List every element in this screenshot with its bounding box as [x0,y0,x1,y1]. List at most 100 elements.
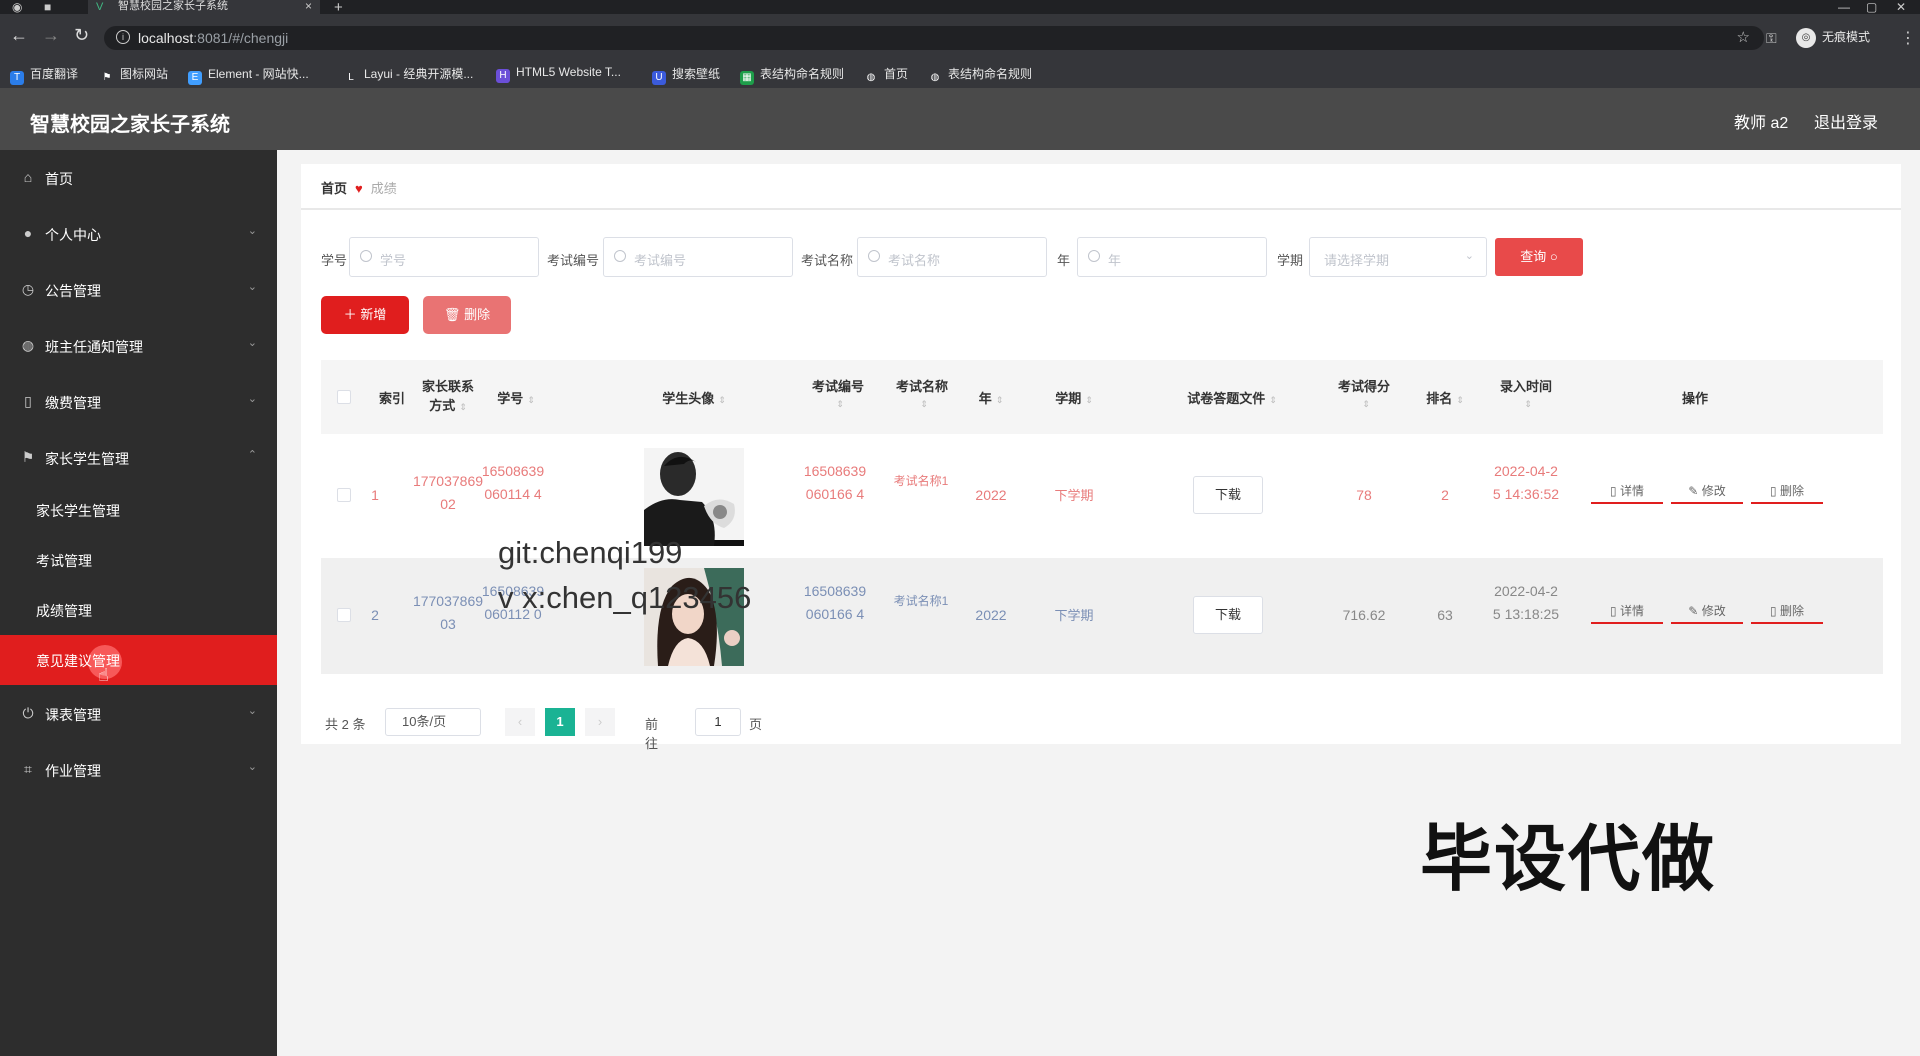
th-score[interactable]: 考试得分 ⇕ [1329,376,1399,410]
page-size-select[interactable]: 10条/页 [385,708,481,736]
th-year[interactable]: 年 ⇕ [961,388,1021,407]
sidebar-item-timetable[interactable]: ⏻ 课表管理 ⌄ [0,686,277,742]
bookmark-item[interactable]: ◍ 表结构命名规则 [928,65,1032,85]
row-checkbox[interactable] [337,488,351,502]
sidebar-subitem-feedback[interactable]: 意见建议管理 ☝ [0,635,277,685]
tab-close-icon[interactable]: × [305,0,312,12]
cell-entry-time: 2022-04-25 13:18:25 [1492,583,1560,622]
detail-button[interactable]: ▯ 详情 [1591,478,1663,504]
bookmark-star-icon[interactable]: ☆ [1737,28,1750,46]
goto-page-input[interactable]: 1 [695,708,741,736]
download-button[interactable]: 下载 [1193,596,1263,634]
delete-button[interactable]: ▯ 删除 [1751,598,1823,624]
divider [301,208,1901,210]
download-button[interactable]: 下载 [1193,476,1263,514]
bookmark-item[interactable]: ◍ 首页 [864,65,908,85]
browser-tab[interactable]: V 智慧校园之家长子系统 × [88,0,320,14]
chevron-down-icon: ⌄ [247,225,257,237]
delete-button[interactable]: ▯ 删除 [1751,478,1823,504]
th-exam-no[interactable]: 考试编号 ⇕ [803,376,873,410]
add-button[interactable]: ＋ 新增 [321,296,409,334]
sidebar-item-profile[interactable]: ● 个人中心 ⌄ [0,206,277,262]
select-all-checkbox[interactable] [337,390,351,404]
th-rank[interactable]: 排名 ⇕ [1415,388,1475,407]
prev-page-icon[interactable]: ‹ [505,708,535,736]
exam-name-input[interactable]: 考试名称 [857,237,1047,277]
vue-favicon-icon: V [96,1,104,13]
minimize-icon[interactable]: — [1838,0,1850,14]
password-key-icon[interactable]: ⚿ [1766,30,1777,47]
site-info-icon[interactable]: i [116,30,130,44]
cell-index: 1 [371,487,379,503]
incognito-icon: ◎ [1796,28,1816,48]
breadcrumb: 首页 ♥ 成绩 [321,178,397,197]
edit-button[interactable]: ✎ 修改 [1671,598,1743,624]
window-close-icon[interactable]: ✕ [1896,0,1906,14]
th-file[interactable]: 试卷答题文件 ⇕ [1167,388,1297,407]
sidebar-item-teacher-notice[interactable]: ◍ 班主任通知管理 ⌄ [0,318,277,374]
incognito-profile[interactable]: ◎ 无痕模式 [1796,28,1870,48]
breadcrumb-home[interactable]: 首页 [321,181,347,196]
bookmark-item[interactable]: U 搜索壁纸 [652,65,720,85]
sort-icon: ⇕ [995,395,1004,405]
back-icon[interactable]: ← [10,25,28,46]
tab-switch-icon[interactable]: ■ [44,0,51,14]
browser-menu-icon[interactable]: ⋮ [1900,28,1916,48]
page-unit-label: 页 [749,717,763,732]
cell-index: 2 [371,607,379,623]
row-checkbox[interactable] [337,608,351,622]
maximize-icon[interactable]: ▢ [1866,0,1877,14]
forward-icon[interactable]: → [42,25,60,46]
globe-icon: ◍ [866,72,876,83]
profile-label: 无痕模式 [1822,30,1871,45]
sidebar-item-payment[interactable]: ▯ 缴费管理 ⌄ [0,374,277,430]
th-avatar[interactable]: 学生头像 ⇕ [639,388,749,407]
reload-icon[interactable]: ↻ [74,25,89,46]
th-exam-name[interactable]: 考试名称 ⇕ [887,376,957,410]
address-bar[interactable]: i localhost:8081/#/chengji ☆ [104,26,1764,50]
sidebar-subitem-exam[interactable]: 考试管理 [0,535,277,585]
year-input[interactable]: 年 [1077,237,1267,277]
sidebar-subitem-parent-student[interactable]: 家长学生管理 [0,485,277,535]
flag-icon: ⚑ [21,449,35,465]
crop-icon: ⌗ [24,761,32,777]
sidebar-item-notice[interactable]: ◷ 公告管理 ⌄ [0,262,277,318]
search-icon [868,250,880,262]
bookmark-item[interactable]: ▦ 表结构命名规则 [740,65,844,85]
term-label: 学期 [1277,253,1304,268]
search-icon [1088,250,1100,262]
bookmark-item[interactable]: L Layui - 经典开源模... [344,65,473,85]
th-contact[interactable]: 家长联系 方式 ⇕ [413,376,483,414]
bookmark-item[interactable]: H HTML5 Website T... [496,65,621,83]
bookmark-item[interactable]: ⚑ 图标网站 [100,65,169,85]
sidebar-item-home[interactable]: ⌂ 首页 [0,150,277,206]
sort-icon: ⇕ [718,395,726,405]
student-no-input[interactable]: 学号 [349,237,539,277]
cell-exam-name: 考试名称1 [893,474,949,488]
next-page-icon[interactable]: › [585,708,615,736]
sidebar-item-parent-student[interactable]: ⚑ 家长学生管理 ⌃ [0,430,277,486]
flag-icon: ⚑ [102,72,112,83]
mic-icon: ▯ [24,393,32,409]
doc-icon: ▯ [1610,604,1617,618]
th-term[interactable]: 学期 ⇕ [1039,388,1109,407]
th-entry-time[interactable]: 录入时间 ⇕ [1491,376,1561,410]
year-label: 年 [1057,253,1071,268]
exam-no-input[interactable]: 考试编号 [603,237,793,277]
query-button[interactable]: 查询 ○ [1495,238,1583,276]
app-header: 智慧校园之家长子系统 教师 a2 退出登录 [0,88,1920,150]
logout-link[interactable]: 退出登录 [1814,109,1878,133]
chevron-down-icon: ⌄ [247,337,257,349]
bookmark-item[interactable]: E Element - 网站快... [188,65,309,85]
th-student-no[interactable]: 学号 ⇕ [481,388,551,407]
batch-delete-button[interactable]: 🗑︎ 删除 [423,296,511,334]
sidebar-item-homework[interactable]: ⌗ 作业管理 ⌄ [0,742,277,798]
edit-button[interactable]: ✎ 修改 [1671,478,1743,504]
sidebar-subitem-score[interactable]: 成绩管理 [0,585,277,635]
bookmark-item[interactable]: T 百度翻译 [10,65,78,85]
detail-button[interactable]: ▯ 详情 [1591,598,1663,624]
page-number-active[interactable]: 1 [545,708,575,736]
term-select[interactable]: 请选择学期 ⌄ [1309,237,1487,277]
student-avatar-image [644,448,744,546]
search-icon: ○ [1549,249,1558,264]
